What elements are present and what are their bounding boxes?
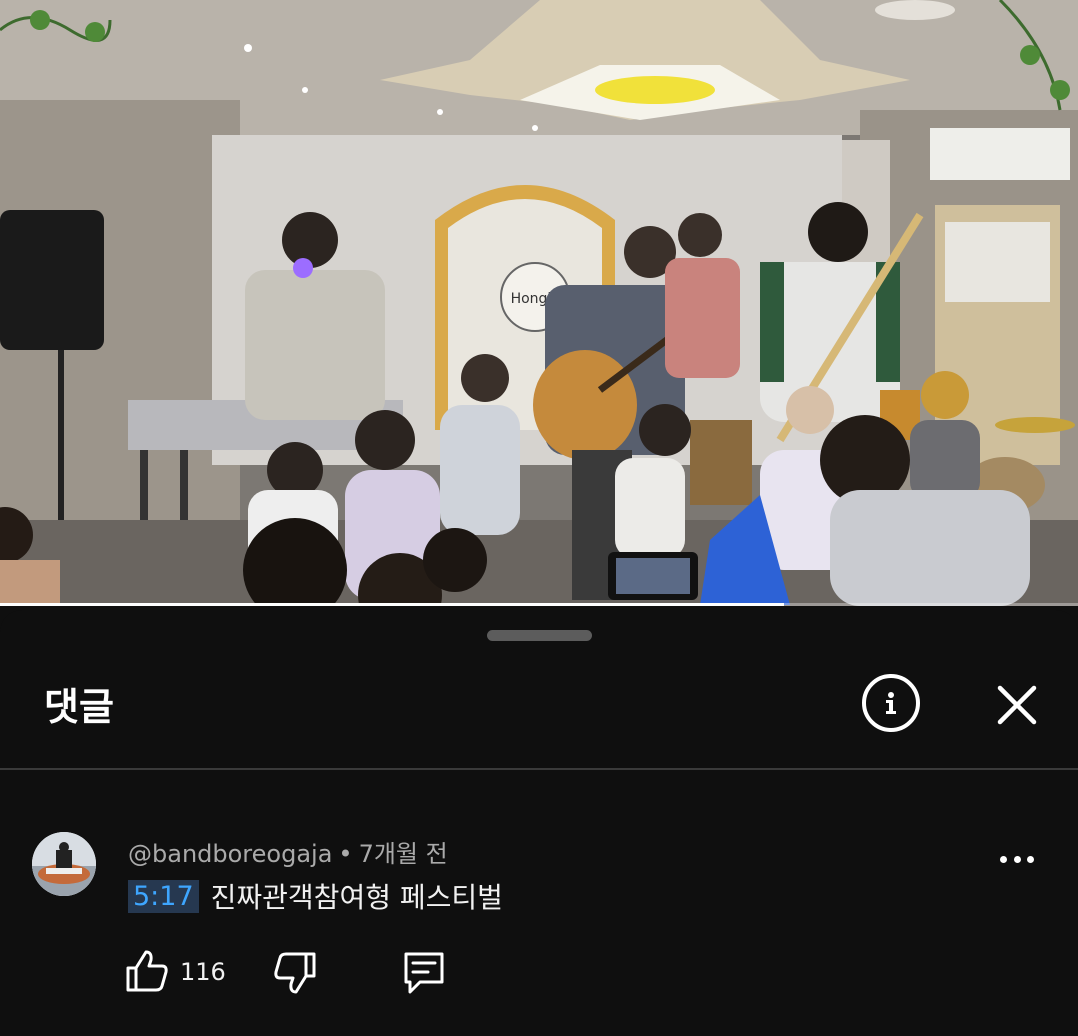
avatar-image — [32, 832, 96, 896]
comment-reply-icon — [404, 952, 444, 994]
avatar[interactable] — [32, 832, 96, 896]
comment-actions: 116 — [124, 948, 464, 996]
thumb-down-icon — [274, 952, 316, 994]
meta-separator: • — [338, 840, 353, 868]
more-vert-icon-dot — [1013, 855, 1021, 863]
timestamp-link[interactable]: 5:17 — [128, 879, 199, 913]
video-progress-fill — [0, 603, 784, 606]
comment-time: 7개월 전 — [358, 840, 448, 868]
close-button[interactable] — [994, 682, 1040, 728]
more-vert-icon-dot — [1000, 855, 1007, 863]
info-button[interactable] — [862, 674, 920, 732]
close-icon — [997, 685, 1037, 725]
thumb-up-icon — [126, 950, 168, 992]
info-icon — [886, 692, 896, 714]
comments-sheet: 댓글 @bandboreogaja • 7개월 전 5:17 진짜관객참여형 페… — [0, 610, 1078, 1036]
comment-author[interactable]: @bandboreogaja — [128, 840, 332, 868]
comment-text: 진짜관객참여형 페스티벌 — [210, 881, 503, 914]
comment-body: 5:17 진짜관객참여형 페스티벌 — [128, 876, 503, 916]
more-vert-icon-dot — [1027, 855, 1034, 863]
more-options-button[interactable] — [990, 846, 1044, 872]
sheet-divider — [0, 768, 1078, 770]
like-button[interactable] — [124, 948, 170, 994]
sheet-title: 댓글 — [44, 685, 114, 729]
video-frame: Hongik — [0, 0, 1078, 606]
video-progress-bar[interactable] — [0, 603, 1078, 606]
reply-button[interactable] — [400, 948, 448, 996]
video-player[interactable]: Hongik — [0, 0, 1078, 606]
dislike-button[interactable] — [272, 950, 318, 996]
like-count: 116 — [180, 958, 226, 986]
comment-meta: @bandboreogaja • 7개월 전 — [128, 834, 448, 869]
sheet-drag-handle[interactable] — [487, 630, 592, 641]
